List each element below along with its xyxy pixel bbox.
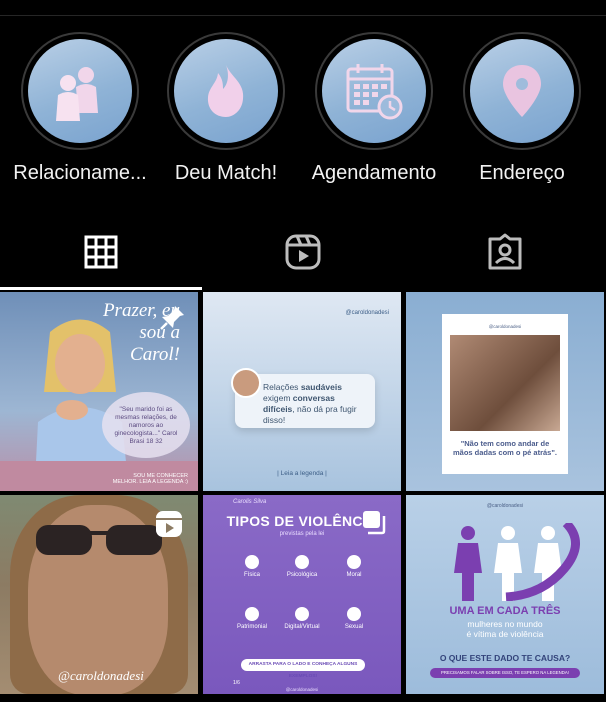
reels-icon: [285, 234, 321, 270]
post-thumbnail-5[interactable]: Carolis Silva TIPOS DE VIOLÊNCIA previst…: [203, 495, 401, 694]
tab-tagged[interactable]: [404, 222, 606, 290]
highlight-ring: [167, 32, 285, 150]
story-highlights: Relacioname... Deu Match! Agendamento En…: [0, 32, 606, 192]
post-author: Carolis Silva: [233, 499, 267, 505]
highlight-agendamento[interactable]: Agendamento: [294, 32, 454, 185]
highlight-ring: [463, 32, 581, 150]
post-handle: @caroldonadesi: [285, 687, 319, 692]
violence-type-item: Moral: [321, 555, 387, 578]
post-thumbnail-6[interactable]: @caroldonadesi UMA EM CADA TRÊS mulheres…: [406, 495, 604, 694]
post-subtitle: previstas pela lei: [279, 531, 325, 537]
post-highlight: UMA EM CADA TRÊS: [449, 605, 561, 617]
post-text-bold: saudáveis: [300, 382, 342, 392]
highlight-ring: [21, 32, 139, 150]
post-thumbnail-1[interactable]: Prazer, eu sou a Carol! "Seu marido foi …: [0, 292, 198, 491]
calendar-icon: [346, 64, 403, 120]
post-text: exigem: [263, 393, 293, 403]
pinned-icon: [160, 306, 184, 330]
post-text: mulheres no mundo é vítima de violência: [466, 619, 544, 639]
reel-icon: [156, 511, 182, 537]
post-question: O QUE ESTE DADO TE CAUSA?: [439, 653, 571, 663]
highlight-ring: [315, 32, 433, 150]
highlight-label: Agendamento: [311, 162, 437, 184]
hands-photo: [450, 335, 560, 431]
posts-grid: Prazer, eu sou a Carol! "Seu marido foi …: [0, 292, 606, 702]
highlight-relacionamento[interactable]: Relacioname...: [0, 32, 160, 185]
post-quote: "Seu marido foi as mesmas relações, de n…: [102, 392, 190, 458]
tagged-user-icon: [488, 233, 522, 270]
profile-tabs: [0, 222, 606, 290]
highlight-label: Relacioname...: [13, 162, 147, 184]
post-handle: @caroldonadesi: [345, 310, 389, 316]
post-cta: PRECISAMOS FALAR SOBRE ISSO, TE ESPERO N…: [430, 668, 580, 678]
post-thumbnail-2[interactable]: @caroldonadesi Relações saudáveis exigem…: [203, 292, 401, 491]
avatar: [231, 368, 261, 398]
tab-posts-grid[interactable]: [0, 222, 202, 290]
flame-icon: [207, 65, 244, 117]
post-quote: "Não tem como andar de mãos dadas com o …: [452, 439, 557, 457]
post-caption: SOU ME CONHECER MELHOR. LEIA A LEGENDA :…: [112, 473, 188, 485]
highlight-deu-match[interactable]: Deu Match!: [146, 32, 306, 185]
post-thumbnail-3[interactable]: @caroldonadesi "Não tem como andar de mã…: [406, 292, 604, 491]
post-footer: | Leia a legenda |: [277, 470, 327, 477]
location-pin-icon: [503, 65, 541, 117]
polaroid-card: @caroldonadesi "Não tem como andar de mã…: [442, 314, 568, 474]
women-figures-graphic: [454, 523, 580, 601]
post-cta: ARRASTA PARA O LADO E CONHEÇA ALGUNS EXE…: [241, 659, 365, 679]
post-title: TIPOS DE VIOLÊNCIA: [226, 513, 378, 529]
post-handle: @caroldonadesi: [488, 324, 522, 329]
highlight-endereco[interactable]: Endereço: [442, 32, 602, 185]
highlight-label: Endereço: [479, 162, 565, 184]
tab-reels[interactable]: [202, 222, 404, 290]
highlight-label: Deu Match!: [174, 162, 278, 184]
post-handle: @caroldonadesi: [486, 503, 524, 509]
top-divider: [0, 15, 606, 16]
post-thumbnail-4[interactable]: @caroldonadesi: [0, 495, 198, 694]
people-icon: [56, 67, 98, 121]
post-text: Relações: [263, 382, 301, 392]
post-page-indicator: 1/6: [233, 680, 240, 686]
grid-icon: [84, 235, 118, 269]
post-handle: @caroldonadesi: [58, 668, 144, 683]
violence-type-item: Sexual: [321, 607, 387, 630]
sunglasses-graphic: [36, 525, 162, 555]
